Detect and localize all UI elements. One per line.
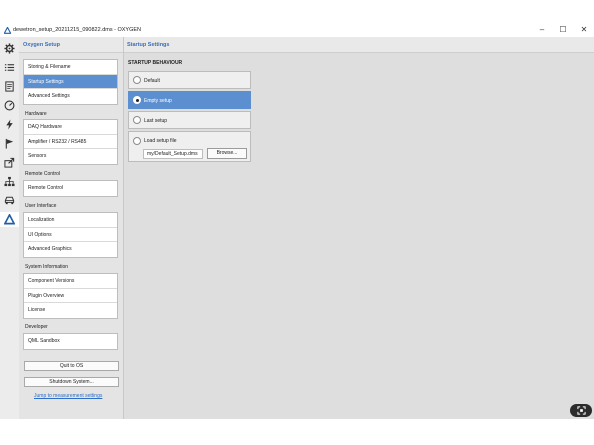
option-default-label: Default [144,78,160,84]
quit-to-os-button[interactable]: Quit to OS [24,361,119,371]
developer-group: QML Sandbox [23,333,118,350]
setup-file-path-field[interactable]: my/Default_Setup.dms [143,149,203,159]
shutdown-system-button[interactable]: Shutdown System... [24,377,119,387]
radio-load-setup-file[interactable] [133,137,141,145]
option-load-setup-file-label: Load setup file [144,138,177,144]
lightning-icon[interactable] [2,117,17,132]
title-bar: dewetron_setup_20211215_090822.dms - OXY… [0,0,594,37]
icon-toolbar [0,37,19,419]
nav-storing-filename[interactable]: Storing & Filename [24,60,117,75]
nav-sensors[interactable]: Sensors [24,149,117,164]
nav-ui-options[interactable]: UI Options [24,227,117,242]
radio-last-setup[interactable] [133,116,141,124]
nav-license[interactable]: License [24,303,117,318]
option-last-setup[interactable]: Last setup [128,111,251,129]
flag-icon[interactable] [2,136,17,151]
section-hardware: Hardware [25,111,47,117]
browse-button[interactable]: Browse... [207,148,247,159]
option-empty-setup-label: Empty setup [144,98,172,104]
gauge-icon[interactable] [2,98,17,113]
panel-title: Startup Settings [124,37,594,53]
user-interface-group: Localization UI Options Advanced Graphic… [23,212,118,258]
startup-behaviour-heading: STARTUP BEHAVIOUR [128,60,183,66]
car-icon[interactable] [2,193,17,208]
option-default[interactable]: Default [128,71,251,89]
nav-advanced-settings[interactable]: Advanced Settings [24,89,117,104]
section-user-interface: User Interface [25,203,57,209]
general-group: Storing & Filename Startup Settings Adva… [23,59,118,105]
radio-empty-setup[interactable] [133,96,141,104]
oxygen-logo-icon[interactable] [0,212,19,227]
section-system-information: System Information [25,264,69,270]
list-icon[interactable] [2,60,17,75]
option-last-setup-label: Last setup [144,118,168,124]
close-button[interactable]: ✕ [577,25,591,35]
section-developer: Developer [25,324,48,330]
nav-amplifier[interactable]: Amplifier / RS232 / RS485 [24,134,117,149]
bottom-margin [0,419,594,445]
minimize-button[interactable]: – [535,25,549,35]
hardware-group: DAQ Hardware Amplifier / RS232 / RS485 S… [23,119,118,165]
nav-startup-settings[interactable]: Startup Settings [24,74,117,89]
system-information-group: Component Versions Plugin Overview Licen… [23,273,118,319]
option-load-setup-file[interactable]: Load setup file my/Default_Setup.dms Bro… [128,131,251,162]
nav-daq-hardware[interactable]: DAQ Hardware [24,120,117,135]
fullscreen-toggle-icon[interactable] [570,404,592,417]
network-icon[interactable] [2,174,17,189]
jump-to-measurement-link[interactable]: Jump to measurement settings [34,393,102,399]
option-empty-setup[interactable]: Empty setup [128,91,251,109]
gear-icon[interactable] [2,41,17,56]
nav-localization[interactable]: Localization [24,213,117,228]
radio-default[interactable] [133,76,141,84]
window-title: dewetron_setup_20211215_090822.dms - OXY… [13,27,142,33]
nav-qml-sandbox[interactable]: QML Sandbox [24,334,117,349]
oxygen-app-icon [4,27,11,34]
export-icon[interactable] [2,155,17,170]
nav-plugin-overview[interactable]: Plugin Overview [24,288,117,303]
document-icon[interactable] [2,79,17,94]
nav-advanced-graphics[interactable]: Advanced Graphics [24,242,117,257]
section-remote-control: Remote Control [25,171,61,177]
sidebar-title: Oxygen Setup [19,37,123,53]
maximize-button[interactable]: ☐ [556,25,570,35]
nav-remote-control[interactable]: Remote Control [24,181,117,196]
remote-control-group: Remote Control [23,180,118,197]
nav-component-versions[interactable]: Component Versions [24,274,117,289]
